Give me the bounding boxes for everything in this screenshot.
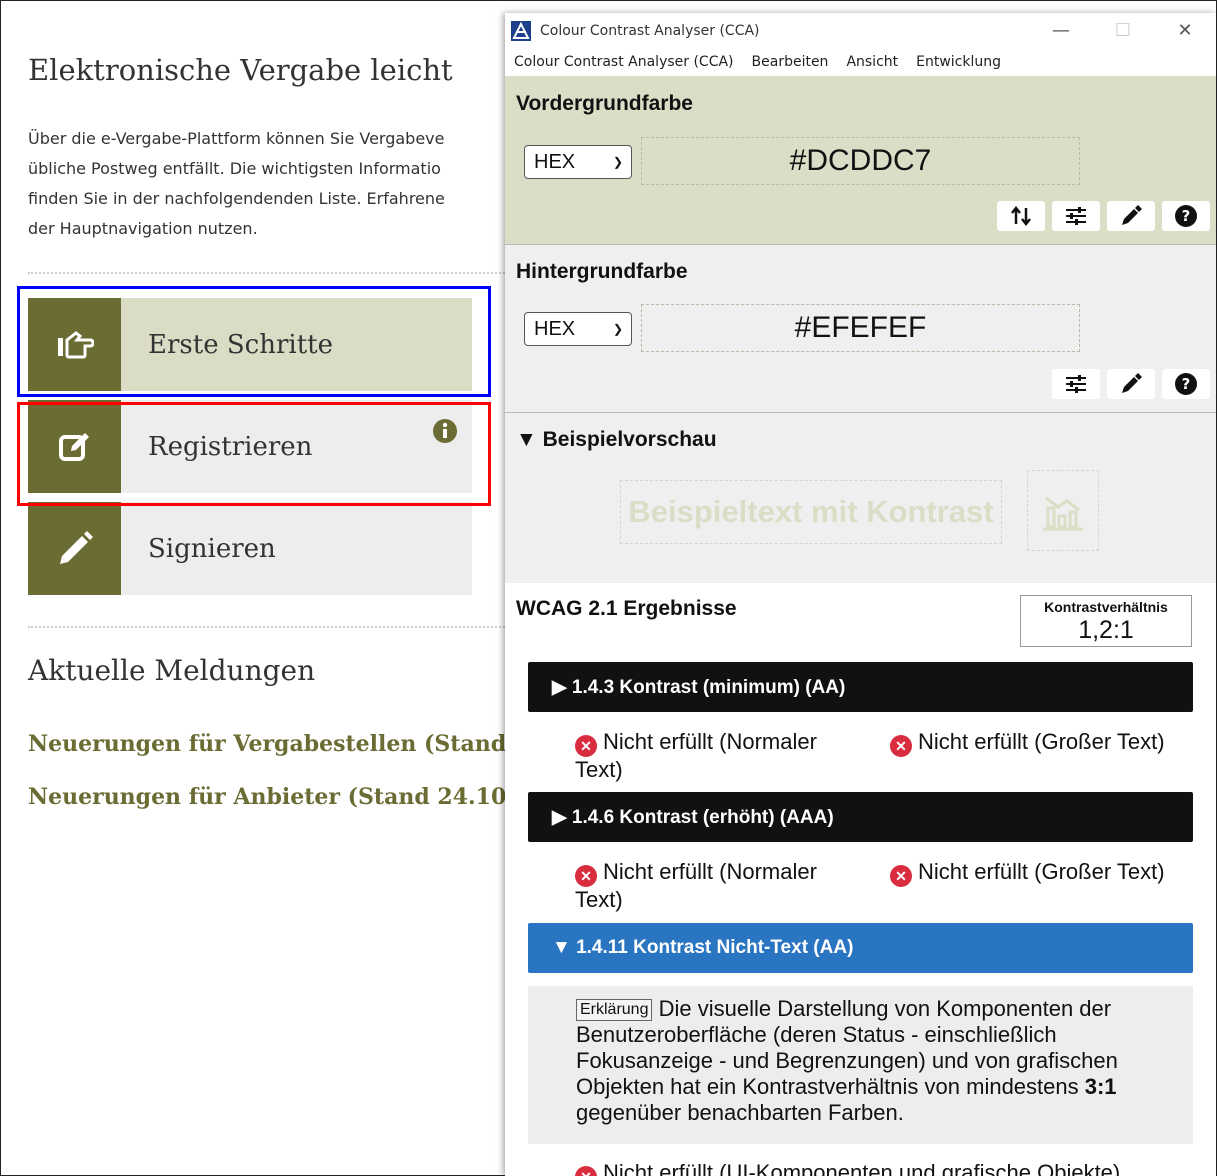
menu-item-bearbeiten[interactable]: Bearbeiten [752, 54, 829, 70]
pointing-hand-icon [28, 298, 121, 391]
maximize-icon[interactable]: ☐ [1092, 20, 1154, 41]
foreground-section: Vordergrundfarbe HEX ❯ #DCDDC7 ? [505, 76, 1216, 245]
explanation-body: Die visuelle Darstellung von Komponenten… [576, 996, 1118, 1099]
svg-text:?: ? [1182, 207, 1191, 225]
format-value: HEX [534, 150, 576, 173]
swap-icon[interactable] [997, 201, 1045, 231]
result-label: Nicht erfüllt (Großer Text) [918, 859, 1165, 884]
results-section: WCAG 2.1 Ergebnisse Kontrastverhältnis 1… [505, 583, 1216, 1176]
fail-icon: ✕ [890, 865, 912, 887]
app-icon [511, 20, 531, 41]
result-large-text: ✕ Nicht erfüllt (Großer Text) [890, 859, 1200, 887]
result-large-text: ✕ Nicht erfüllt (Großer Text) [890, 729, 1200, 757]
intro-line: der Hauptnavigation nutzen. [28, 219, 258, 238]
result-ui-components: ✕ Nicht erfüllt (UI-Komponenten und grafi… [575, 1160, 1215, 1176]
ratio-value: 1,2:1 [1078, 616, 1134, 644]
sample-chart-icon [1027, 470, 1099, 551]
criterion-1-4-6[interactable]: ▶ 1.4.6 Kontrast (erhöht) (AAA) [528, 792, 1193, 842]
foreground-tools: ? [997, 201, 1210, 231]
explanation-text: Erklärung Die visuelle Darstellung von K… [576, 996, 1176, 1126]
web-page: Elektronische Vergabe leicht Über die e-… [1, 1, 506, 1174]
tile-label: Erste Schritte [148, 329, 333, 360]
close-icon[interactable]: ✕ [1154, 20, 1216, 41]
result-label: Nicht erfüllt (Normaler Text) [575, 859, 817, 912]
fail-icon: ✕ [575, 735, 597, 757]
explanation-panel: Erklärung Die visuelle Darstellung von K… [528, 986, 1193, 1144]
help-icon[interactable]: ? [1162, 369, 1210, 399]
edit-icon [28, 400, 121, 493]
menu-item-app[interactable]: Colour Contrast Analyser (CCA) [514, 54, 734, 70]
title-bar[interactable]: Colour Contrast Analyser (CCA) — ☐ ✕ [505, 13, 1216, 48]
preview-section: ▼ Beispielvorschau Beispieltext mit Kont… [505, 413, 1216, 585]
fail-icon: ✕ [575, 865, 597, 887]
foreground-hex-input[interactable]: #DCDDC7 [641, 137, 1080, 185]
help-icon[interactable]: ? [1162, 201, 1210, 231]
result-normal-text: ✕ Nicht erfüllt (Normaler Text) [575, 859, 855, 913]
sliders-icon[interactable] [1052, 201, 1100, 231]
result-label: Nicht erfüllt (Normaler Text) [575, 729, 817, 782]
dotted-divider [28, 626, 506, 628]
cca-window: Colour Contrast Analyser (CCA) — ☐ ✕ Col… [505, 13, 1216, 1176]
background-heading: Hintergrundfarbe [516, 260, 688, 283]
format-value: HEX [534, 317, 576, 340]
menu-item-ansicht[interactable]: Ansicht [846, 54, 898, 70]
fail-icon: ✕ [575, 1166, 597, 1176]
ratio-label: Kontrastverhältnis [1044, 599, 1168, 615]
pen-icon [28, 502, 121, 595]
criterion-1-4-11[interactable]: ▼ 1.4.11 Kontrast Nicht-Text (AA) [528, 923, 1193, 973]
background-tools: ? [1052, 369, 1210, 399]
intro-line: übliche Postweg entfällt. Die wichtigste… [28, 159, 441, 178]
info-icon[interactable] [432, 418, 458, 448]
background-section: Hintergrundfarbe HEX ❯ #EFEFEF ? [505, 245, 1216, 413]
background-format-select[interactable]: HEX ❯ [524, 312, 632, 346]
tile-signieren[interactable]: Signieren [28, 502, 472, 595]
intro-line: finden Sie in der nachfolgendenden Liste… [28, 189, 445, 208]
tile-label: Signieren [148, 533, 276, 564]
tile-erste-schritte[interactable]: Erste Schritte [28, 298, 472, 391]
foreground-heading: Vordergrundfarbe [516, 92, 693, 115]
preview-toggle[interactable]: ▼ Beispielvorschau [516, 428, 717, 452]
criterion-1-4-3[interactable]: ▶ 1.4.3 Kontrast (minimum) (AA) [528, 662, 1193, 712]
eyedropper-icon[interactable] [1107, 369, 1155, 399]
explanation-chip: Erklärung [576, 999, 653, 1021]
page-title: Elektronische Vergabe leicht [28, 53, 453, 87]
chevron-down-icon: ❯ [612, 322, 623, 336]
sliders-icon[interactable] [1052, 369, 1100, 399]
result-label: Nicht erfüllt (Großer Text) [918, 729, 1165, 754]
intro-line: Über die e-Vergabe-Plattform können Sie … [28, 129, 445, 148]
chevron-down-icon: ❯ [612, 155, 623, 169]
sample-text: Beispieltext mit Kontrast [620, 480, 1002, 544]
window-title: Colour Contrast Analyser (CCA) [540, 22, 760, 39]
results-heading: WCAG 2.1 Ergebnisse [516, 597, 737, 620]
menu-bar: Colour Contrast Analyser (CCA) Bearbeite… [505, 48, 1216, 76]
explanation-end: gegenüber benachbarten Farben. [576, 1100, 904, 1125]
background-hex-input[interactable]: #EFEFEF [641, 304, 1080, 352]
menu-item-entwicklung[interactable]: Entwicklung [916, 54, 1001, 70]
result-label: Nicht erfüllt (UI-Komponenten und grafis… [603, 1160, 1121, 1176]
dotted-divider [28, 272, 506, 274]
news-link[interactable]: Neuerungen für Vergabestellen (Stand 2 [28, 731, 506, 757]
tile-label: Registrieren [148, 431, 313, 462]
foreground-format-select[interactable]: HEX ❯ [524, 145, 632, 179]
minimize-icon[interactable]: — [1030, 20, 1092, 41]
eyedropper-icon[interactable] [1107, 201, 1155, 231]
news-heading: Aktuelle Meldungen [28, 654, 316, 687]
contrast-ratio-box: Kontrastverhältnis 1,2:1 [1020, 595, 1192, 647]
explanation-ratio: 3:1 [1084, 1074, 1117, 1099]
result-normal-text: ✕ Nicht erfüllt (Normaler Text) [575, 729, 855, 783]
tile-registrieren[interactable]: Registrieren [28, 400, 472, 493]
svg-text:?: ? [1182, 375, 1191, 393]
fail-icon: ✕ [890, 735, 912, 757]
intro-paragraph: Über die e-Vergabe-Plattform können Sie … [28, 124, 506, 244]
news-link[interactable]: Neuerungen für Anbieter (Stand 24.10.2 [28, 784, 506, 810]
